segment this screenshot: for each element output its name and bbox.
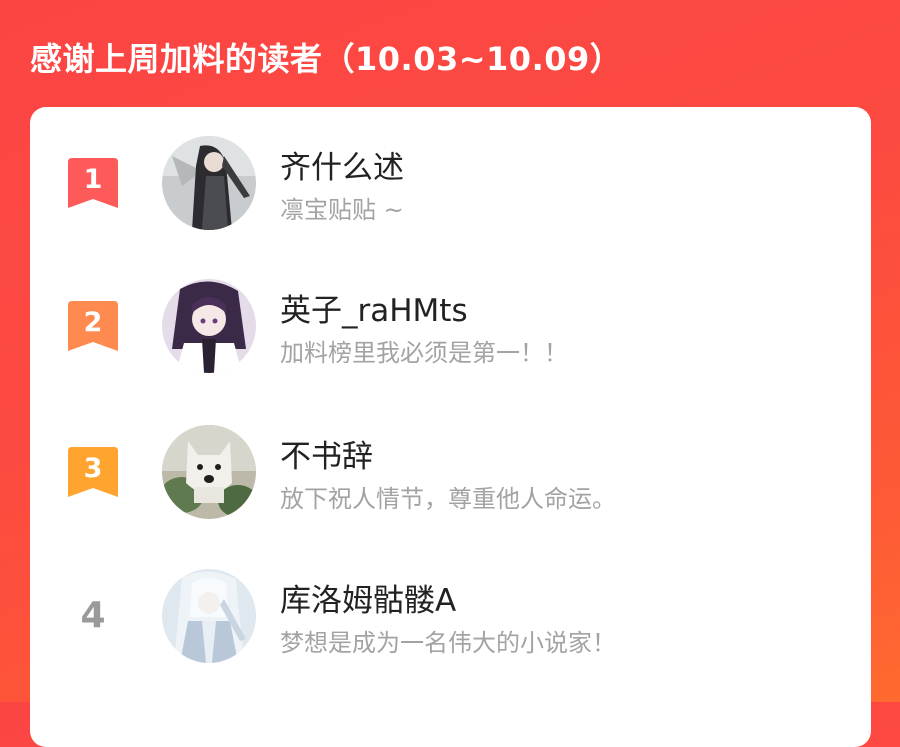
rank-number: 1 [83,164,103,195]
reader-name: 不书辞 [280,439,373,475]
reader-thanks-page: { "header": { "title": "感谢上周加料的读者（10.03~… [0,0,900,747]
reader-message: 凛宝贴贴 ~ [280,196,404,224]
rank-badge: 3 [68,447,118,499]
reader-message: 加料榜里我必须是第一！！ [280,339,568,367]
list-item[interactable]: 4 库洛姆骷髅A 梦想是成为一名伟大的小说家！ [30,569,871,665]
reader-name: 库洛姆骷髅A [280,583,457,619]
reader-message: 放下祝人情节，尊重他人命运。 [280,485,616,513]
list-item[interactable]: 3 不书辞 放下祝人情节，尊重他人命运。 [30,425,871,521]
page-title: 感谢上周加料的读者（10.03~10.09） [30,40,623,78]
reader-name: 齐什么述 [280,150,404,186]
rank-number: 3 [83,453,103,484]
reader-name: 英子_raHMts [280,293,468,329]
list-item[interactable]: 1 齐什么述 凛宝贴贴 ~ [30,136,871,232]
avatar[interactable] [162,569,256,663]
reader-message: 梦想是成为一名伟大的小说家！ [280,629,616,657]
rank-badge: 1 [68,158,118,210]
list-item[interactable]: 2 英子_raHMts 加料榜里我必须是第一！！ [30,279,871,375]
rank-badge: 2 [68,301,118,353]
avatar[interactable] [162,425,256,519]
avatar[interactable] [162,279,256,373]
avatar[interactable] [162,136,256,230]
reader-list-card: 1 齐什么述 凛宝贴贴 ~ 2 英子_raHMts 加料榜里我必须是第一！！ 3… [30,107,871,747]
rank-number: 2 [83,307,103,338]
rank-number: 4 [80,595,106,636]
